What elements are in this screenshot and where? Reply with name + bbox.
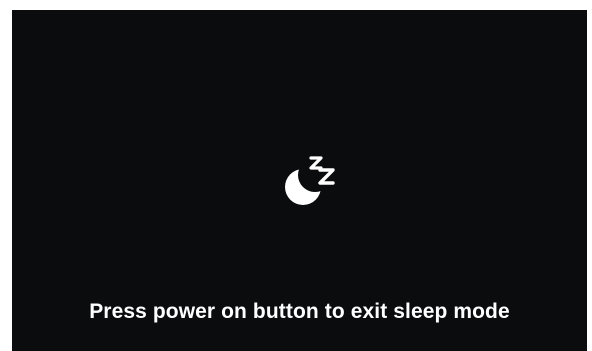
sleep-moon-zzz-icon: [275, 150, 337, 212]
exit-sleep-instruction: Press power on button to exit sleep mode: [89, 300, 510, 323]
sleep-screen: Press power on button to exit sleep mode: [12, 10, 587, 351]
